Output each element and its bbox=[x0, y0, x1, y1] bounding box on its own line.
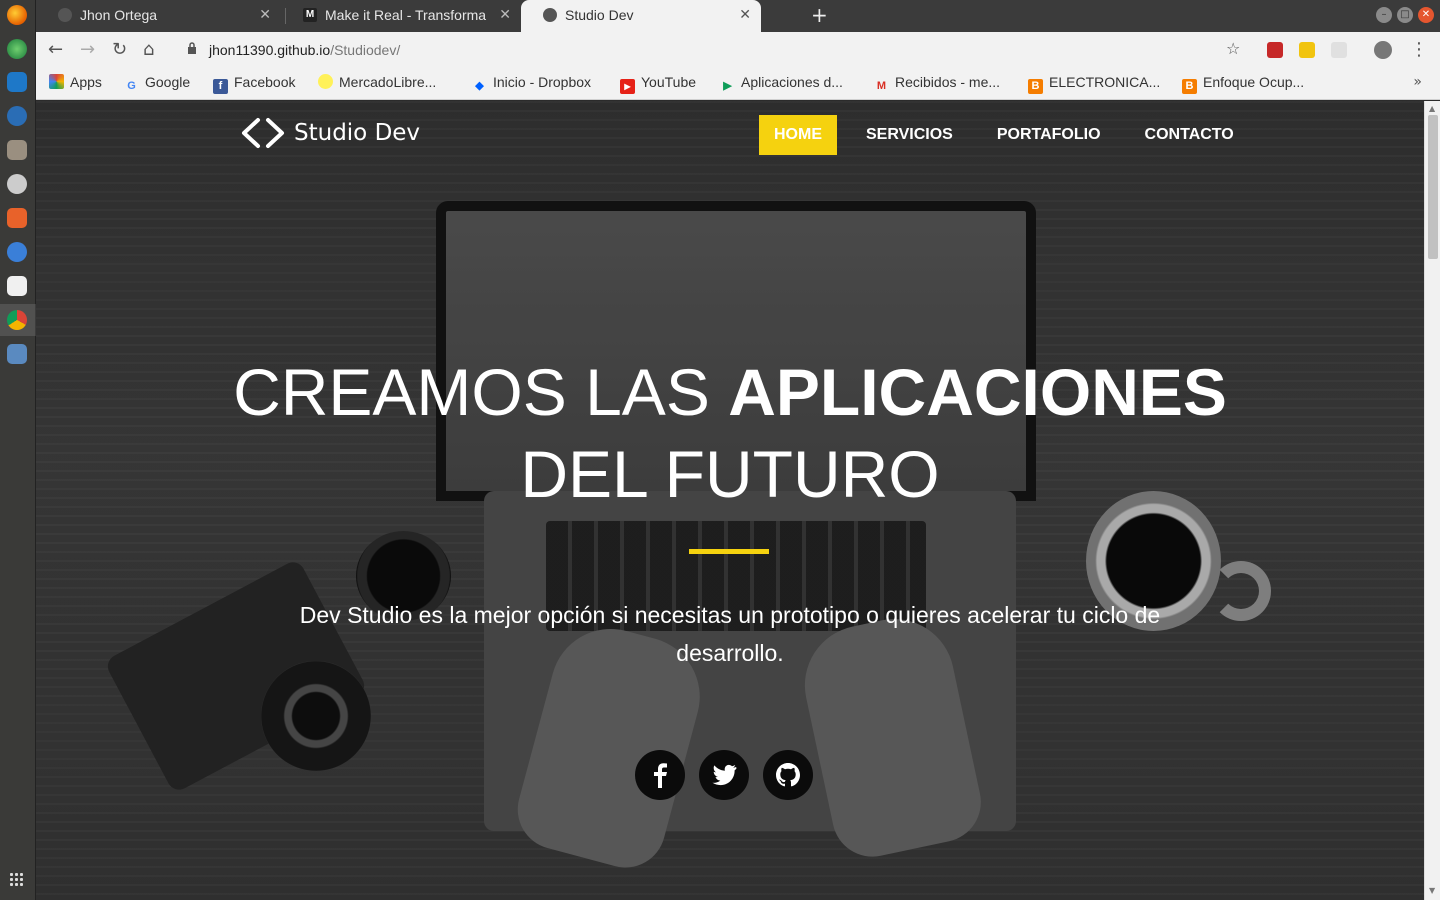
media-player-icon[interactable] bbox=[7, 174, 27, 194]
bookmarks-overflow-button[interactable]: » bbox=[1413, 74, 1422, 90]
twitter-icon bbox=[712, 764, 737, 786]
nav-contacto[interactable]: CONTACTO bbox=[1130, 115, 1249, 155]
profile-avatar[interactable] bbox=[1374, 41, 1392, 59]
facebook-button[interactable] bbox=[635, 750, 685, 800]
facebook-icon: f bbox=[213, 79, 228, 94]
blogger-icon: B bbox=[1028, 79, 1043, 94]
close-icon[interactable]: ✕ bbox=[499, 6, 511, 23]
play-store-icon: ▶ bbox=[723, 80, 732, 92]
amazon-icon[interactable] bbox=[7, 276, 27, 296]
hero-description: Dev Studio es la mejor opción si necesit… bbox=[299, 602, 1161, 666]
close-icon[interactable]: ✕ bbox=[259, 6, 271, 23]
reload-icon[interactable]: ↻ bbox=[112, 39, 127, 60]
address-bar[interactable]: jhon11390.github.io/Studiodev/ ☆ bbox=[176, 36, 1252, 64]
make-it-real-favicon-icon: M bbox=[303, 8, 317, 22]
home-icon[interactable]: ⌂ bbox=[143, 39, 154, 60]
tab-studio-dev[interactable]: Studio Dev ✕ bbox=[521, 0, 761, 32]
show-applications-icon[interactable] bbox=[10, 873, 24, 887]
gmail-icon: M bbox=[876, 80, 887, 92]
github-favicon-icon bbox=[58, 8, 72, 22]
tab-strip: Jhon Ortega ✕ M Make it Real - Transform… bbox=[36, 0, 1440, 32]
main-nav: HOME SERVICIOS PORTAFOLIO CONTACTO bbox=[759, 115, 1263, 155]
scrollbar-thumb[interactable] bbox=[1428, 115, 1438, 259]
tab-jhon-ortega[interactable]: Jhon Ortega ✕ bbox=[36, 0, 281, 32]
hero-title: CREAMOS LAS APLICACIONES DEL FUTURO bbox=[36, 351, 1424, 515]
maximize-button[interactable]: □ bbox=[1397, 7, 1413, 23]
nav-home[interactable]: HOME bbox=[759, 115, 837, 155]
back-arrow-icon[interactable]: ← bbox=[48, 39, 63, 60]
blogger-icon: B bbox=[1182, 79, 1197, 94]
forward-arrow-icon[interactable]: → bbox=[80, 39, 95, 60]
scroll-up-arrow-icon[interactable]: ▲ bbox=[1429, 104, 1435, 113]
ubuntu-launcher bbox=[0, 0, 36, 900]
software-center-icon[interactable] bbox=[7, 208, 27, 228]
extension-icon[interactable] bbox=[1267, 42, 1283, 58]
browser-globe-icon[interactable] bbox=[7, 39, 27, 59]
bookmark-enfoque[interactable]: B Enfoque Ocup... bbox=[1182, 74, 1304, 94]
tab-title: Jhon Ortega bbox=[80, 7, 158, 23]
tab-title: Studio Dev bbox=[565, 7, 634, 23]
bookmark-apps[interactable]: Apps bbox=[49, 74, 102, 90]
globe-favicon-icon bbox=[543, 8, 557, 22]
facebook-icon bbox=[654, 763, 667, 788]
minimize-button[interactable]: – bbox=[1376, 7, 1392, 23]
bookmark-gmail[interactable]: M Recibidos - me... bbox=[874, 74, 1000, 94]
bookmark-google[interactable]: G Google bbox=[124, 74, 190, 94]
help-icon[interactable] bbox=[7, 242, 27, 262]
bookmark-electronica[interactable]: B ELECTRONICA... bbox=[1028, 74, 1160, 94]
twitter-button[interactable] bbox=[699, 750, 749, 800]
bookmark-star-icon[interactable]: ☆ bbox=[1226, 39, 1240, 58]
json-viewer-icon[interactable] bbox=[1331, 42, 1347, 58]
bookmark-mercadolibre[interactable]: MercadoLibre... bbox=[318, 74, 436, 90]
dropbox-icon: ◆ bbox=[475, 80, 484, 92]
bookmark-youtube[interactable]: ▶ YouTube bbox=[620, 74, 696, 94]
bookmark-facebook[interactable]: f Facebook bbox=[213, 74, 295, 94]
hero-title-bold: APLICACIONES bbox=[728, 355, 1227, 429]
scroll-down-arrow-icon[interactable]: ▼ bbox=[1429, 886, 1435, 895]
nav-servicios[interactable]: SERVICIOS bbox=[851, 115, 968, 155]
close-window-button[interactable]: ✕ bbox=[1418, 7, 1434, 23]
hero-divider bbox=[689, 549, 769, 554]
url-text: jhon11390.github.io/Studiodev/ bbox=[209, 42, 401, 58]
nav-portafolio[interactable]: PORTAFOLIO bbox=[982, 115, 1116, 155]
close-icon[interactable]: ✕ bbox=[739, 6, 751, 23]
logo-text: Studio Dev bbox=[294, 120, 421, 146]
youtube-icon: ▶ bbox=[620, 79, 635, 94]
github-button[interactable] bbox=[763, 750, 813, 800]
tab-title: Make it Real - Transforma bbox=[325, 7, 487, 23]
code-brackets-icon bbox=[242, 118, 284, 148]
browser-toolbar: ← → ↻ ⌂ jhon11390.github.io/Studiodev/ ☆… bbox=[36, 32, 1440, 68]
apps-grid-icon bbox=[49, 74, 64, 89]
chrome-icon[interactable] bbox=[7, 310, 27, 330]
files-icon[interactable] bbox=[7, 140, 27, 160]
bookmark-play-store[interactable]: ▶ Aplicaciones d... bbox=[720, 74, 843, 94]
mercadolibre-icon bbox=[318, 74, 333, 89]
thunderbird-icon[interactable] bbox=[7, 106, 27, 126]
hero-title-line2: DEL FUTURO bbox=[520, 437, 940, 511]
remote-desktop-icon[interactable] bbox=[7, 344, 27, 364]
google-icon: G bbox=[127, 80, 136, 92]
firefox-icon[interactable] bbox=[7, 5, 27, 25]
hero-section: Studio Dev HOME SERVICIOS PORTAFOLIO CON… bbox=[36, 101, 1424, 900]
site-logo[interactable]: Studio Dev bbox=[240, 117, 420, 149]
bookmark-dropbox[interactable]: ◆ Inicio - Dropbox bbox=[472, 74, 591, 94]
new-tab-button[interactable]: + bbox=[811, 3, 828, 27]
vscode-icon[interactable] bbox=[7, 72, 27, 92]
page-scrollbar[interactable]: ▲ ▼ bbox=[1424, 101, 1440, 900]
tab-make-it-real[interactable]: M Make it Real - Transforma ✕ bbox=[281, 0, 521, 32]
github-icon bbox=[776, 763, 800, 787]
menu-dots-icon[interactable]: ⋮ bbox=[1410, 39, 1428, 60]
lock-icon bbox=[188, 42, 196, 54]
bookmarks-bar: Apps G Google f Facebook MercadoLibre... ◆… bbox=[36, 68, 1440, 100]
extension-icon[interactable] bbox=[1299, 42, 1315, 58]
hero-title-light: CREAMOS LAS bbox=[233, 355, 729, 429]
